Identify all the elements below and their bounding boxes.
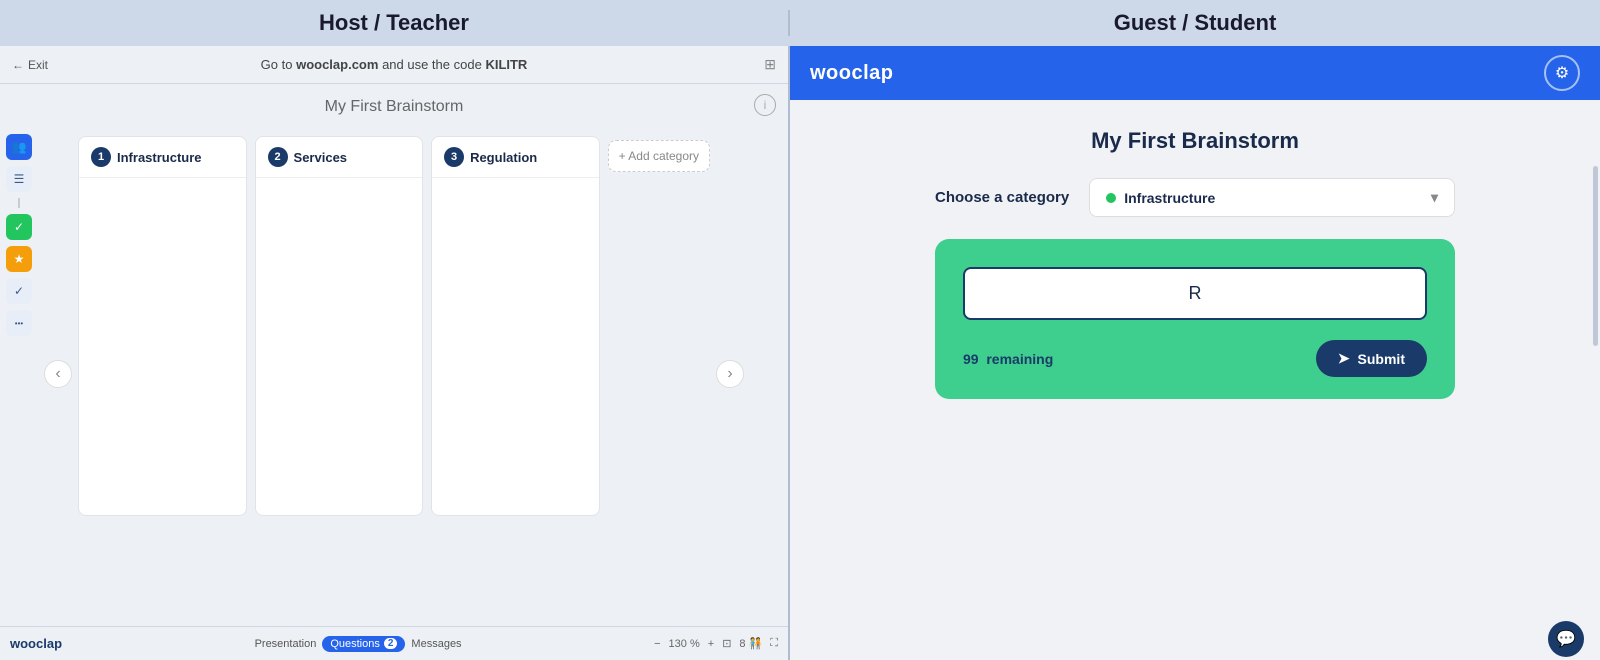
category-label-2: Services — [294, 150, 348, 165]
sidebar-icon-check[interactable]: ✓ — [6, 278, 32, 304]
guest-topbar: wooclap ⚙ — [790, 46, 1600, 100]
tab-questions-badge: 2 — [384, 638, 398, 649]
input-card: 99 remaining ➤ Submit — [935, 239, 1455, 399]
guest-content: My First Brainstorm Choose a category In… — [790, 100, 1600, 618]
tab-questions-active[interactable]: Questions 2 — [322, 636, 405, 652]
dropdown-arrow-icon: ▾ — [1431, 189, 1438, 206]
tab-messages[interactable]: Messages — [411, 638, 461, 650]
host-header-label: Host / Teacher — [0, 10, 790, 36]
category-label-1: Infrastructure — [117, 150, 202, 165]
instruction-text: Go to wooclap.com and use the code KILIT… — [261, 57, 528, 72]
category-picker-label: Choose a category — [935, 189, 1069, 206]
selected-category-label: Infrastructure — [1124, 190, 1215, 206]
category-num-1: 1 — [91, 147, 111, 167]
remaining-label: remaining — [986, 351, 1053, 367]
zoom-level: 130 % — [669, 638, 700, 650]
settings-button[interactable]: ⚙ — [1544, 55, 1580, 91]
tab-questions-label: Questions — [330, 638, 380, 650]
category-header-2: 2 Services — [256, 137, 423, 178]
category-col-1: 1 Infrastructure — [78, 136, 247, 516]
wooclap-logo: wooclap — [810, 62, 1544, 85]
nav-left-arrow[interactable]: ‹ — [44, 360, 72, 388]
host-content: i My First Brainstorm ‹ 1 Infrastructure — [0, 84, 788, 626]
exit-arrow-icon: ← — [12, 58, 24, 72]
sidebar-icon-menu[interactable]: ☰ — [6, 166, 32, 192]
category-col-3: 3 Regulation — [431, 136, 600, 516]
category-picker-row: Choose a category Infrastructure ▾ — [935, 178, 1455, 217]
category-col-2: 2 Services — [255, 136, 424, 516]
sidebar-divider — [18, 198, 20, 208]
host-sidebar: 👥 ☰ ✓ ★ ✓ ••• — [0, 126, 38, 344]
submit-button[interactable]: ➤ Submit — [1316, 340, 1427, 377]
exit-button[interactable]: ← Exit — [12, 58, 48, 72]
bottom-logo: wooclap — [10, 636, 62, 651]
card-footer: 99 remaining ➤ Submit — [963, 334, 1427, 377]
zoom-minus[interactable]: − — [654, 638, 660, 650]
page-num: 8 🧑‍🤝‍🧑 — [739, 637, 762, 650]
sidebar-icon-dot[interactable]: ••• — [6, 310, 32, 336]
brainstorm-input[interactable] — [963, 267, 1427, 320]
exit-label: Exit — [28, 58, 48, 72]
guest-scrollbar[interactable] — [1593, 166, 1598, 346]
remaining-text: 99 remaining — [963, 351, 1053, 367]
host-panel: ← Exit Go to wooclap.com and use the cod… — [0, 46, 790, 660]
category-dropdown[interactable]: Infrastructure ▾ — [1089, 178, 1455, 217]
bottom-right: − 130 % + ⊡ 8 🧑‍🤝‍🧑 ⛶ — [654, 637, 778, 650]
info-icon[interactable]: i — [754, 94, 776, 116]
submit-label: Submit — [1358, 351, 1405, 367]
remaining-count: 99 — [963, 351, 979, 367]
category-header-1: 1 Infrastructure — [79, 137, 246, 178]
dropdown-selected: Infrastructure — [1106, 190, 1215, 206]
fit-icon[interactable]: ⊡ — [722, 637, 731, 650]
categories-list: 1 Infrastructure 2 Services — [78, 132, 710, 616]
guest-title: My First Brainstorm — [1091, 128, 1299, 154]
host-topbar: ← Exit Go to wooclap.com and use the cod… — [0, 46, 788, 84]
category-header-3: 3 Regulation — [432, 137, 599, 178]
add-category-button[interactable]: + Add category — [608, 140, 710, 172]
guest-header-label: Guest / Student — [790, 10, 1600, 36]
categories-container: ‹ 1 Infrastructure 2 Services — [44, 132, 744, 616]
category-label-3: Regulation — [470, 150, 537, 165]
category-num-2: 2 — [268, 147, 288, 167]
sidebar-icon-users[interactable]: 👥 — [6, 134, 32, 160]
chat-button[interactable]: 💬 — [1548, 621, 1584, 657]
nav-right-arrow[interactable]: › — [716, 360, 744, 388]
guest-bottom: 💬 — [790, 618, 1600, 660]
category-dot-icon — [1106, 193, 1116, 203]
fullscreen-icon[interactable]: ⛶ — [770, 637, 778, 650]
host-bottombar: wooclap Presentation Questions 2 Message… — [0, 626, 788, 660]
grid-icon[interactable]: ⊞ — [764, 56, 776, 73]
zoom-plus[interactable]: + — [708, 638, 714, 650]
category-num-3: 3 — [444, 147, 464, 167]
tab-presentation[interactable]: Presentation — [255, 638, 317, 650]
guest-panel: wooclap ⚙ My First Brainstorm Choose a c… — [790, 46, 1600, 660]
sidebar-icon-check-green[interactable]: ✓ — [6, 214, 32, 240]
host-title: My First Brainstorm — [325, 98, 464, 116]
submit-icon: ➤ — [1338, 350, 1350, 367]
bottom-tabs: Presentation Questions 2 Messages — [255, 636, 462, 652]
sidebar-icon-star[interactable]: ★ — [6, 246, 32, 272]
